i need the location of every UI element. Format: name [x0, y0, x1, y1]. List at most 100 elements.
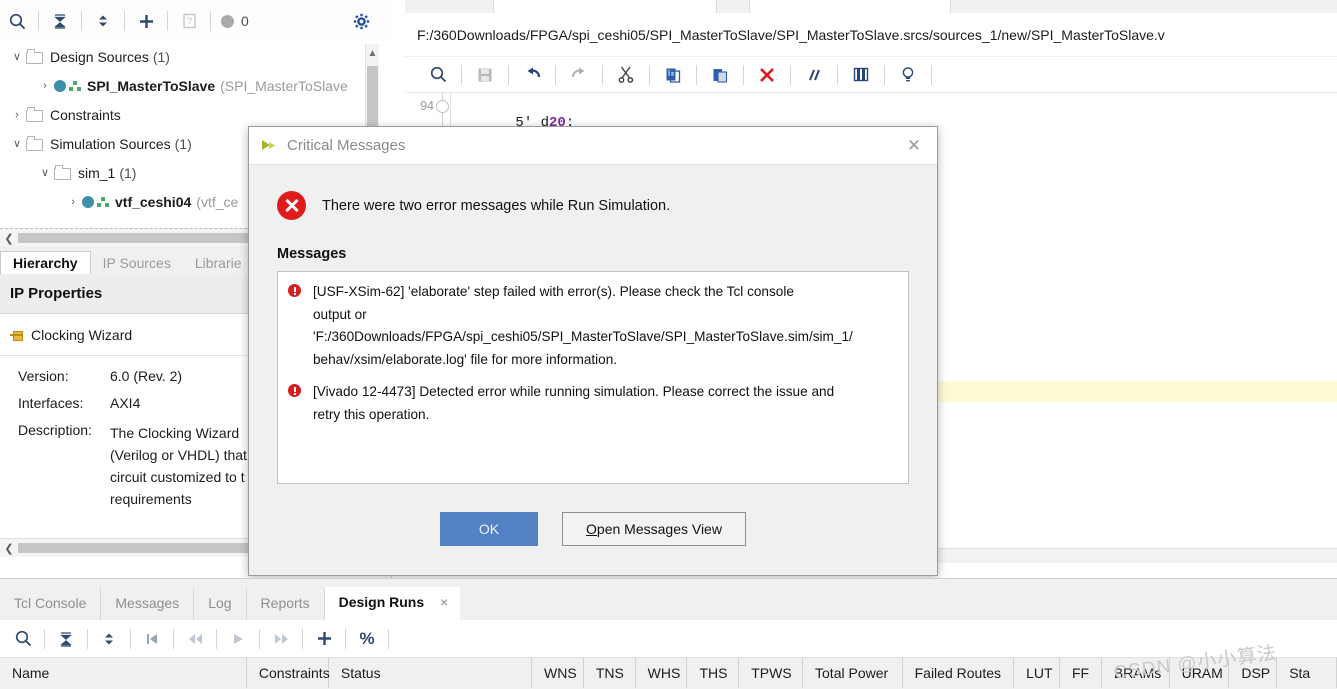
column-select-icon[interactable] [842, 60, 880, 90]
close-icon[interactable]: × [440, 594, 448, 610]
column-header-total-power[interactable]: Total Power [803, 658, 903, 688]
close-icon[interactable]: ✕ [901, 133, 927, 159]
message-text: [Vivado 12-4473] Detected error while ru… [313, 381, 834, 426]
toolbar-divider [884, 64, 885, 85]
find-icon[interactable] [419, 60, 457, 90]
tab-tcl-console[interactable]: Tcl Console [0, 588, 102, 620]
toolbar-divider [124, 11, 125, 31]
column-header-failed-routes[interactable]: Failed Routes [903, 658, 1015, 688]
status-dot-icon[interactable]: 0 [215, 6, 255, 36]
copy-icon[interactable] [654, 60, 692, 90]
search-icon[interactable] [6, 624, 40, 654]
percent-icon[interactable]: % [350, 624, 384, 654]
next-icon[interactable] [264, 624, 298, 654]
expand-all-icon[interactable] [92, 624, 126, 654]
column-header-sta[interactable]: Sta [1277, 658, 1337, 688]
ip-field-value: AXI4 [110, 395, 141, 411]
prev-icon[interactable] [178, 624, 212, 654]
toolbar-divider [210, 11, 211, 31]
comment-icon[interactable] [795, 60, 833, 90]
save-icon[interactable] [466, 60, 504, 90]
tree-item-label: SPI_MasterToSlave [87, 77, 216, 94]
first-icon[interactable] [135, 624, 169, 654]
chevron-down-icon[interactable]: ∨ [8, 137, 26, 150]
settings-gear-icon[interactable] [344, 6, 378, 36]
toolbar-divider [461, 64, 462, 85]
tab-ip-sources[interactable]: IP Sources [91, 252, 183, 274]
column-header-ff[interactable]: FF [1060, 658, 1102, 688]
critical-messages-dialog: Critical Messages ✕ There were two error… [248, 126, 938, 576]
column-header-status[interactable]: Status [329, 658, 532, 688]
cut-icon[interactable] [607, 60, 645, 90]
tab-log[interactable]: Log [194, 588, 247, 620]
toolbar-divider [743, 64, 744, 85]
scroll-left-icon[interactable]: ❮ [0, 542, 18, 555]
chevron-down-icon[interactable]: ∨ [36, 166, 54, 179]
message-line: behav/xsim/elaborate.log' file for more … [313, 351, 618, 367]
tree-item-sublabel: (vtf_ce [196, 193, 239, 210]
bulb-icon[interactable] [889, 60, 927, 90]
column-header-constraints[interactable]: Constraints [247, 658, 330, 688]
delete-icon[interactable] [748, 60, 786, 90]
tree-item-design-sources[interactable]: ∨ Design Sources (1) [0, 42, 392, 71]
file-path-bar: F:/360Downloads/FPGA/spi_ceshi05/SPI_Mas… [405, 13, 1337, 57]
line-number: 94 [420, 99, 434, 113]
report-icon[interactable]: ? [172, 6, 206, 36]
chevron-down-icon[interactable]: ∨ [8, 50, 26, 63]
column-header-name[interactable]: Name [0, 658, 247, 688]
desc-line: circuit customized to t [110, 469, 245, 485]
message-line: [Vivado 12-4473] Detected error while ru… [313, 384, 835, 399]
desc-line: The Clocking Wizard [110, 425, 240, 441]
tab-messages[interactable]: Messages [101, 588, 195, 620]
dialog-summary-text: There were two error messages while Run … [322, 197, 671, 214]
add-icon[interactable] [307, 624, 341, 654]
chevron-right-icon[interactable]: › [64, 196, 82, 208]
code-fold-icon[interactable] [436, 100, 449, 113]
tab-design-runs[interactable]: Design Runs × [324, 587, 461, 620]
editor-toolbar [405, 57, 1337, 93]
message-item[interactable]: [USF-XSim-62] 'elaborate' step failed wi… [288, 281, 896, 371]
scroll-up-icon[interactable]: ▲ [366, 44, 379, 62]
toolbar-divider [345, 628, 346, 649]
chevron-right-icon[interactable]: › [36, 80, 54, 92]
ip-description-value: The Clocking Wizard (Verilog or VHDL) th… [110, 422, 247, 510]
open-messages-view-button[interactable]: Open Messages View [562, 512, 746, 546]
dialog-title: Critical Messages [287, 137, 406, 154]
paste-icon[interactable] [701, 60, 739, 90]
toolbar-divider [837, 64, 838, 85]
tree-item-count: (1) [174, 135, 192, 152]
desc-line: (Verilog or VHDL) that [110, 447, 247, 463]
column-header-wns[interactable]: WNS [532, 658, 584, 688]
editor-tab-active[interactable] [493, 0, 717, 13]
ok-button[interactable]: OK [440, 512, 538, 546]
tab-hierarchy[interactable]: Hierarchy [0, 251, 91, 275]
column-header-lut[interactable]: LUT [1014, 658, 1060, 688]
search-icon[interactable] [0, 6, 34, 36]
column-header-whs[interactable]: WHS [636, 658, 688, 688]
scrollbar-thumb[interactable] [367, 66, 378, 126]
tree-item-spi-mastertoslave[interactable]: › SPI_MasterToSlave (SPI_MasterToSlave [0, 71, 392, 100]
scroll-left-icon[interactable]: ❮ [0, 232, 18, 245]
column-header-tpws[interactable]: TPWS [739, 658, 804, 688]
tree-item-constraints[interactable]: › Constraints [0, 100, 392, 129]
play-icon[interactable] [221, 624, 255, 654]
column-header-uram[interactable]: URAM [1170, 658, 1230, 688]
editor-tab-other[interactable] [749, 0, 951, 13]
column-header-brams[interactable]: BRAMs [1102, 658, 1170, 688]
toolbar-divider [602, 64, 603, 85]
expand-all-icon[interactable] [86, 6, 120, 36]
column-header-dsp[interactable]: DSP [1229, 658, 1278, 688]
redo-icon[interactable] [560, 60, 598, 90]
undo-icon[interactable] [513, 60, 551, 90]
message-item[interactable]: [Vivado 12-4473] Detected error while ru… [288, 381, 896, 426]
message-text: [USF-XSim-62] 'elaborate' step failed wi… [313, 281, 853, 371]
tab-reports[interactable]: Reports [247, 588, 325, 620]
tab-libraries[interactable]: Librarie [183, 252, 254, 274]
column-header-ths[interactable]: THS [687, 658, 740, 688]
chevron-right-icon[interactable]: › [8, 109, 26, 121]
collapse-all-icon[interactable] [49, 624, 83, 654]
messages-list[interactable]: [USF-XSim-62] 'elaborate' step failed wi… [277, 271, 909, 484]
collapse-all-icon[interactable] [43, 6, 77, 36]
column-header-tns[interactable]: TNS [584, 658, 636, 688]
add-sources-icon[interactable] [129, 6, 163, 36]
